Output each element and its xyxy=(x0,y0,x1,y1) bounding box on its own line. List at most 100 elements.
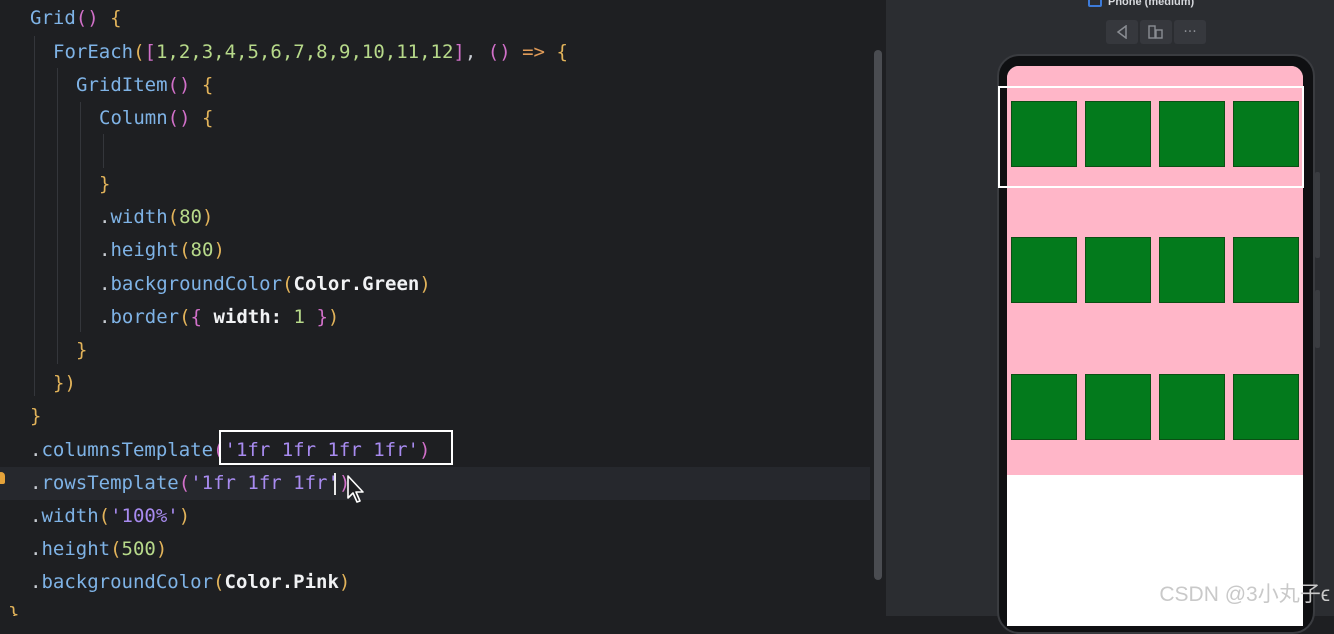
code-token: } xyxy=(30,405,42,427)
phone-side-button xyxy=(1315,290,1320,348)
grid-item xyxy=(1085,237,1151,303)
code-line[interactable]: }) xyxy=(0,367,870,400)
code-token: () xyxy=(167,107,191,129)
code-line[interactable]: .width(80) xyxy=(0,201,870,234)
component-tree-icon xyxy=(1148,25,1163,39)
code-token: () xyxy=(75,7,99,29)
columns-template-highlight xyxy=(219,430,453,465)
code-token: width xyxy=(110,206,168,228)
code-token: { xyxy=(201,74,214,96)
previewer-toolbar: ··· xyxy=(1106,20,1206,44)
code-token: 80 xyxy=(179,206,202,228)
code-line[interactable]: } xyxy=(0,598,870,616)
code-line[interactable]: } xyxy=(0,168,870,201)
back-triangle-icon xyxy=(1116,25,1127,39)
device-selector[interactable]: Phone (medium) xyxy=(1088,0,1194,10)
code-editor[interactable]: Grid() {ForEach([1,2,3,4,5,6,7,8,9,10,11… xyxy=(0,0,886,616)
code-token: '1fr 1fr 1fr xyxy=(190,472,328,494)
code-token: width: xyxy=(213,306,283,328)
code-line[interactable]: .backgroundColor(Color.Green) xyxy=(0,268,870,301)
component-tree-button[interactable] xyxy=(1140,20,1172,44)
code-token: Color.Pink xyxy=(224,571,339,593)
grid-item xyxy=(1011,237,1077,303)
grid-item xyxy=(1233,374,1299,440)
code-token: width xyxy=(41,505,99,527)
grid-item xyxy=(1159,237,1225,303)
code-token: ) xyxy=(338,571,351,593)
code-token: GridItem xyxy=(76,74,168,96)
code-token: Column xyxy=(99,107,168,129)
code-token: height xyxy=(110,239,180,261)
code-line[interactable]: .height(80) xyxy=(0,234,870,267)
more-icon: ··· xyxy=(1183,24,1197,40)
code-token: . xyxy=(30,472,42,494)
text-caret xyxy=(334,473,336,495)
code-token: . xyxy=(99,306,111,328)
code-token: backgroundColor xyxy=(110,273,283,295)
code-token: . xyxy=(30,571,42,593)
phone-side-button xyxy=(1315,172,1320,258)
code-token: { xyxy=(556,41,568,63)
back-button[interactable] xyxy=(1106,20,1138,44)
grid-item xyxy=(1159,374,1225,440)
code-line[interactable]: .border({ width: 1 }) xyxy=(0,301,870,334)
code-token: columnsTemplate xyxy=(41,439,214,461)
lightbulb-icon[interactable] xyxy=(0,472,5,484)
code-token: => xyxy=(522,41,545,63)
code-token: Grid xyxy=(30,7,76,29)
code-token: ) xyxy=(155,538,168,560)
code-token: rowsTemplate xyxy=(41,472,179,494)
code-token: , xyxy=(464,41,488,63)
code-token: 1 xyxy=(293,306,305,328)
previewer-panel: Phone (medium) ··· xyxy=(887,0,1334,634)
code-line[interactable]: } xyxy=(0,334,870,367)
code-token: border xyxy=(110,306,180,328)
code-token: '100%' xyxy=(110,505,179,527)
grid-item xyxy=(1085,374,1151,440)
code-token: . xyxy=(30,505,42,527)
code-token: { xyxy=(190,306,202,328)
code-token: ( xyxy=(178,472,191,494)
code-line[interactable]: Column() { xyxy=(0,102,870,135)
code-line[interactable]: .backgroundColor(Color.Pink) xyxy=(0,566,870,599)
code-token: ) xyxy=(202,206,214,228)
code-token: () xyxy=(167,74,191,96)
code-line[interactable]: Grid() { xyxy=(0,2,870,35)
code-line[interactable]: .width('100%') xyxy=(0,500,870,533)
code-token: . xyxy=(99,239,111,261)
code-token: ( xyxy=(179,239,191,261)
code-token: ] xyxy=(453,41,465,63)
code-line[interactable] xyxy=(0,135,870,168)
editor-scrollbar[interactable] xyxy=(874,50,882,580)
grid-item xyxy=(1011,374,1077,440)
code-token: ( xyxy=(167,206,180,228)
code-token: ) xyxy=(327,306,340,328)
code-token: height xyxy=(41,538,111,560)
code-token: ForEach xyxy=(53,41,134,63)
code-token: 1,2,3,4,5,6,7,8,9,10,11,12 xyxy=(155,41,454,63)
code-line[interactable]: .height(500) xyxy=(0,533,870,566)
device-icon xyxy=(1088,0,1102,7)
more-button[interactable]: ··· xyxy=(1174,20,1206,44)
code-token: ( xyxy=(179,306,191,328)
code-token: { xyxy=(110,7,122,29)
code-token: }) xyxy=(53,372,76,394)
watermark: CSDN @3小丸子ϵ xyxy=(1159,583,1330,606)
device-label: Phone (medium) xyxy=(1108,0,1195,8)
code-token: backgroundColor xyxy=(41,571,214,593)
code-token: } xyxy=(99,173,111,195)
mouse-pointer-icon xyxy=(347,475,364,503)
code-line[interactable]: } xyxy=(0,400,870,433)
code-line[interactable]: ForEach([1,2,3,4,5,6,7,8,9,10,11,12], ()… xyxy=(0,36,870,69)
code-token: . xyxy=(30,439,42,461)
code-line[interactable]: GridItem() { xyxy=(0,69,870,102)
code-line[interactable]: .rowsTemplate('1fr 1fr 1fr') xyxy=(0,467,870,500)
code-token: ( xyxy=(98,505,111,527)
